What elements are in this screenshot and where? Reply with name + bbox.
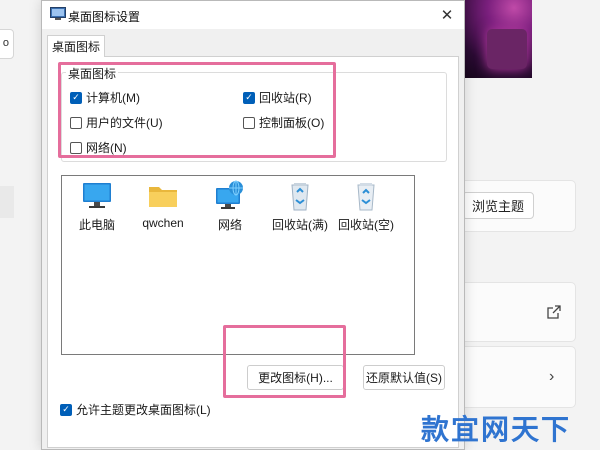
icon-label: 回收站(满) [272,218,328,232]
computer-checkbox[interactable]: ✓ 计算机(M) [70,89,140,106]
icon-item-network[interactable]: 网络 [198,180,262,233]
settings-row[interactable] [460,346,576,408]
folder-icon [149,187,177,207]
preview-window-shape [487,29,527,69]
check-icon: ✓ [70,91,82,104]
control-panel-checkbox[interactable]: 控制面板(O) [243,114,324,131]
user-files-checkbox[interactable]: 用户的文件(U) [70,114,163,131]
icon-item-this-pc[interactable]: 此电脑 [65,180,129,233]
recycle-bin-checkbox[interactable]: ✓ 回收站(R) [243,89,312,106]
recycle-bin-empty-icon [357,183,375,211]
desktop-settings-icon [50,7,66,20]
network-icon [216,180,243,209]
icon-item-recycle-bin-empty[interactable]: 回收站(空) [334,180,398,233]
monitor-icon [83,183,111,208]
allow-themes-checkbox[interactable]: ✓ 允许主题更改桌面图标(L) [60,401,211,418]
restore-default-button[interactable]: 还原默认值(S) [363,365,445,390]
icon-item-user-folder[interactable]: qwchen [131,180,195,230]
tab-desktop-icons[interactable]: 桌面图标 [47,35,105,57]
unchecked-box-icon [243,116,255,129]
check-icon: ✓ [243,91,255,104]
watermark-logo: 款宜网天下 [421,413,572,446]
chevron-right-icon: › [549,368,555,385]
theme-preview-image [460,0,532,78]
partial-button-label: o [2,37,9,49]
change-icon-button[interactable]: 更改图标(H)... [247,365,344,390]
external-link-icon [547,305,561,319]
control-panel-checkbox-label: 控制面板(O) [259,116,325,130]
allow-themes-label: 允许主题更改桌面图标(L) [76,403,211,417]
icon-label: qwchen [142,216,184,230]
partial-button[interactable]: o [0,29,14,59]
recycle-bin-full-icon [291,183,309,211]
recycle-bin-checkbox-label: 回收站(R) [259,91,312,105]
group-label: 桌面图标 [66,65,119,82]
network-checkbox[interactable]: 网络(N) [70,139,127,156]
computer-checkbox-label: 计算机(M) [86,91,140,105]
icon-label: 此电脑 [78,218,115,232]
close-button[interactable]: ✕ [430,1,464,29]
nav-item-partial[interactable] [0,186,14,218]
unchecked-box-icon [70,141,82,154]
network-checkbox-label: 网络(N) [86,141,127,155]
icon-label: 网络 [217,218,242,232]
dialog-title: 桌面图标设置 [68,10,141,24]
icon-label: 回收站(空) [338,218,394,232]
icon-item-recycle-bin-full[interactable]: 回收站(满) [268,180,332,233]
check-icon: ✓ [60,403,72,416]
dialog-titlebar[interactable]: 桌面图标设置 ✕ [42,1,464,29]
unchecked-box-icon [70,116,82,129]
user-files-checkbox-label: 用户的文件(U) [86,116,163,130]
browse-themes-button[interactable]: 浏览主题 [462,192,534,219]
